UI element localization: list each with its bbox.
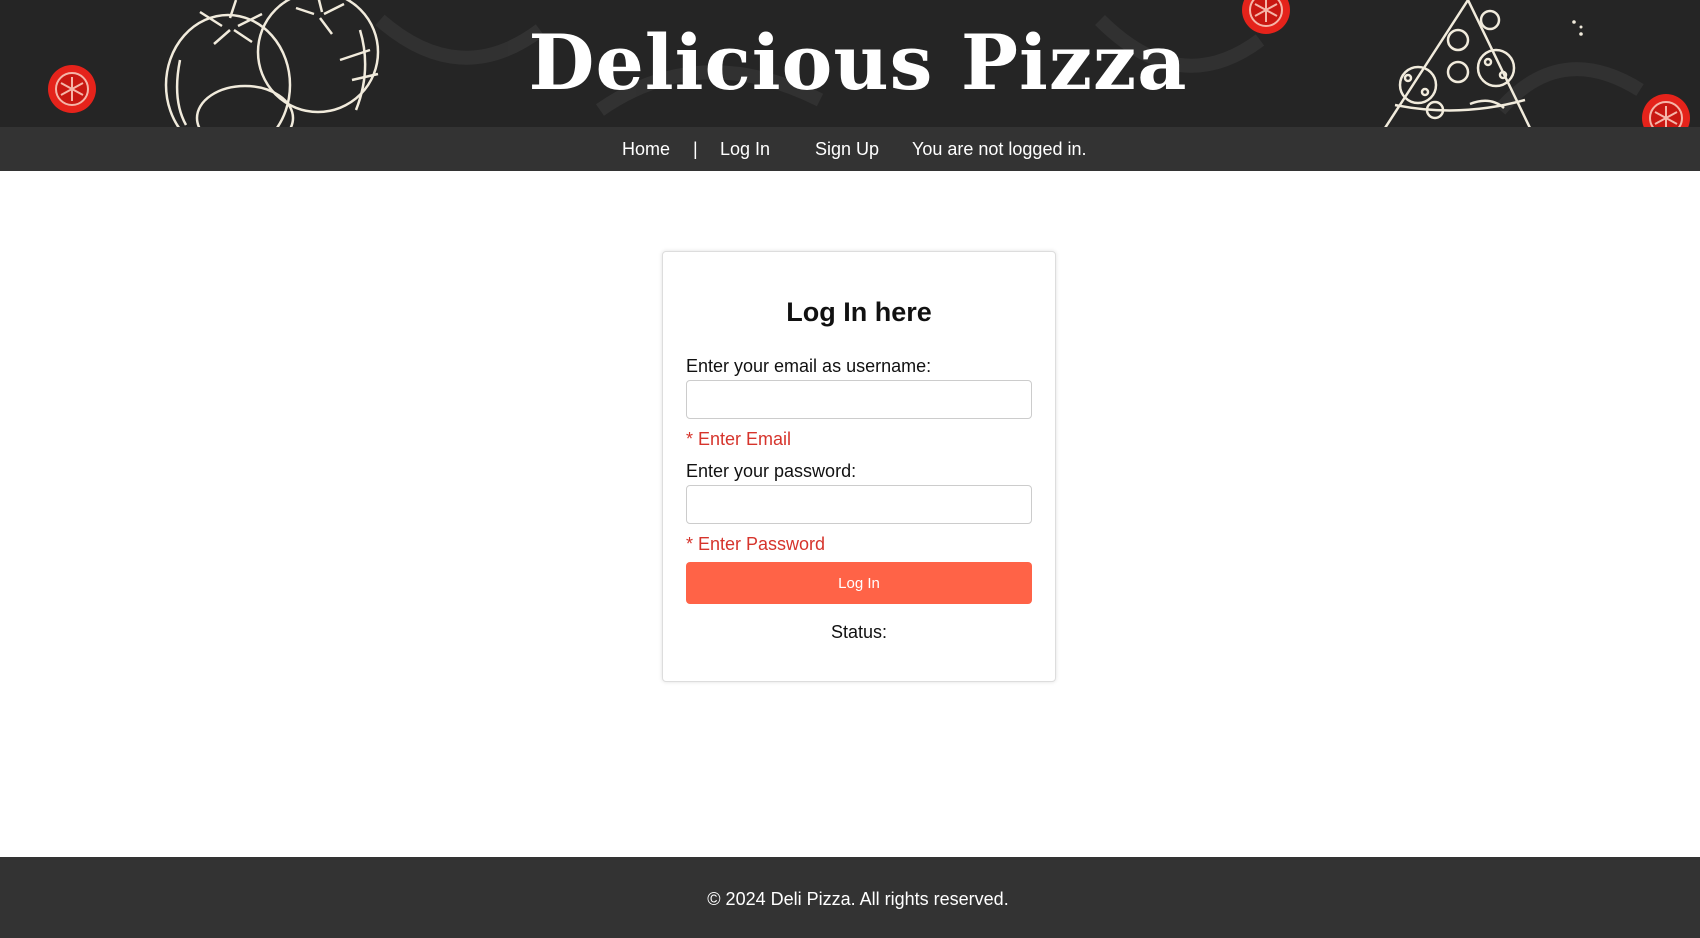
login-card: Log In here Enter your email as username… [662, 251, 1056, 682]
site-title: Delicious Pizza [528, 18, 1188, 107]
email-label: Enter your email as username: [686, 356, 932, 376]
copyright-text: © 2024 Deli Pizza. All rights reserved. [707, 889, 1009, 909]
auth-status-text: You are not logged in. [912, 139, 1087, 159]
email-error-text: * Enter Email [686, 429, 792, 449]
email-input[interactable] [686, 380, 1032, 419]
password-label: Enter your password: [686, 461, 857, 481]
main-nav: Home | Log In Sign Up You are not logged… [0, 127, 1700, 171]
main-content: Log In here Enter your email as username… [0, 171, 1700, 857]
nav-signup-link[interactable]: Sign Up [815, 139, 879, 159]
login-title: Log In here [786, 297, 932, 327]
password-error-text: * Enter Password [686, 534, 826, 554]
nav-separator: | [693, 139, 698, 159]
status-label: Status: [830, 622, 888, 642]
nav-login-link[interactable]: Log In [720, 139, 770, 159]
site-footer: © 2024 Deli Pizza. All rights reserved. [0, 857, 1700, 938]
nav-home-link[interactable]: Home [622, 139, 670, 159]
login-button[interactable]: Log In [686, 562, 1032, 604]
site-banner: Delicious Pizza [0, 0, 1700, 127]
password-input[interactable] [686, 485, 1032, 524]
